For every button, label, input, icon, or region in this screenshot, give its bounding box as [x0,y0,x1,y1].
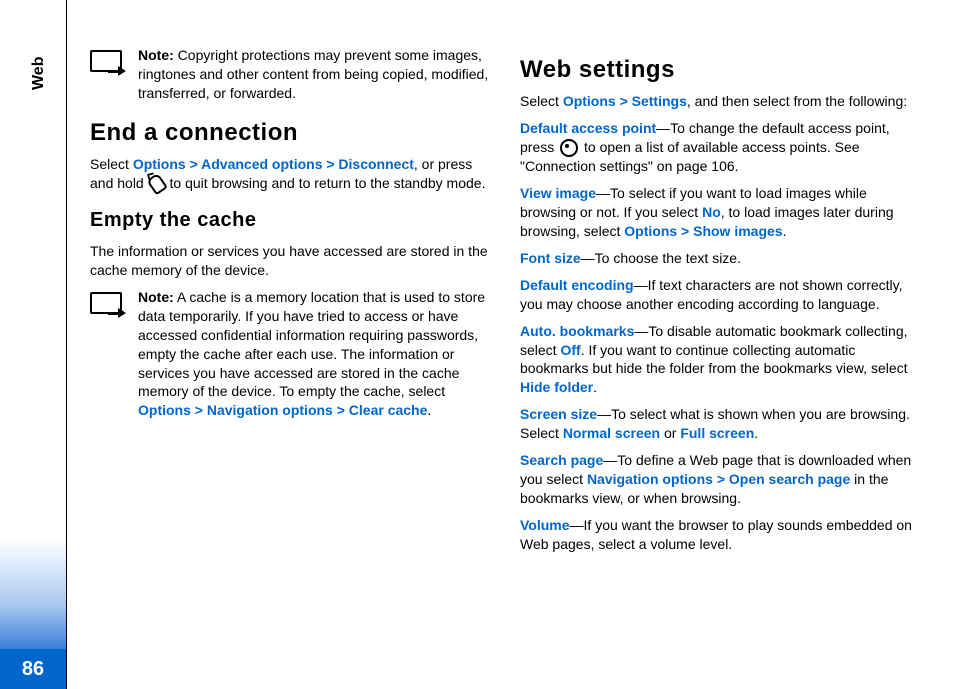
section-tab-label: Web [30,57,48,90]
label-font-size: Font size [520,250,581,266]
setting-view-image: View image—To select if you want to load… [520,184,920,241]
column-right: Web settings Select Options > Settings, … [520,40,920,562]
link-open-search-page: Navigation options > Open search page [587,471,850,487]
text: . [783,223,787,239]
setting-font-size: Font size—To choose the text size. [520,249,920,268]
heading-web-settings: Web settings [520,54,920,86]
setting-default-access-point: Default access point—To change the defau… [520,119,920,176]
text: or [660,425,680,441]
note-prefix: Note: [138,289,174,305]
selection-key-icon [560,139,578,157]
end-key-icon [146,173,168,196]
option-no: No [702,204,721,220]
note-icon [90,292,122,314]
heading-end-connection: End a connection [90,117,490,149]
text: . [593,379,597,395]
link-clear-cache: Options > Navigation options > Clear cac… [138,402,427,418]
text: Select [90,156,133,172]
option-hide-folder: Hide folder [520,379,593,395]
label-screen-size: Screen size [520,406,597,422]
text: . [754,425,758,441]
text: , and then select from the following: [687,93,907,109]
note-icon [90,50,122,72]
setting-auto-bookmarks: Auto. bookmarks—To disable automatic boo… [520,322,920,398]
paragraph-end-connection: Select Options > Advanced options > Disc… [90,155,490,193]
column-left: Note: Copyright protections may prevent … [90,40,490,562]
paragraph-empty-cache: The information or services you have acc… [90,242,490,280]
setting-screen-size: Screen size—To select what is shown when… [520,405,920,443]
label-default-encoding: Default encoding [520,277,634,293]
setting-search-page: Search page—To define a Web page that is… [520,451,920,508]
paragraph-intro: Select Options > Settings, and then sele… [520,92,920,111]
link-disconnect: Options > Advanced options > Disconnect [133,156,414,172]
text: to quit browsing and to return to the st… [166,175,486,191]
note-cache-text: Note: A cache is a memory location that … [138,288,490,420]
setting-volume: Volume—If you want the browser to play s… [520,516,920,554]
link-show-images: Options > Show images [624,223,782,239]
link-options-settings: Options > Settings [563,93,687,109]
note-cache: Note: A cache is a memory location that … [90,288,490,420]
text: Select [520,93,563,109]
sidebar-gradient [0,539,66,649]
option-normal-screen: Normal screen [563,425,660,441]
text: —To choose the text size. [581,250,741,266]
note-copyright: Note: Copyright protections may prevent … [90,46,490,103]
note-prefix: Note: [138,47,174,63]
note-copyright-text: Note: Copyright protections may prevent … [138,46,490,103]
text: —If you want the browser to play sounds … [520,517,912,552]
note-body: A cache is a memory location that is use… [138,289,485,399]
note-body: Copyright protections may prevent some i… [138,47,488,101]
label-volume: Volume [520,517,570,533]
heading-empty-cache: Empty the cache [90,207,490,234]
label-view-image: View image [520,185,596,201]
page-content: Note: Copyright protections may prevent … [90,40,930,562]
label-default-access-point: Default access point [520,120,656,136]
option-off: Off [560,342,580,358]
option-full-screen: Full screen [680,425,754,441]
note-suffix: . [427,402,431,418]
label-search-page: Search page [520,452,603,468]
setting-default-encoding: Default encoding—If text characters are … [520,276,920,314]
sidebar: Web 86 [0,0,67,689]
label-auto-bookmarks: Auto. bookmarks [520,323,634,339]
page-number: 86 [0,649,66,689]
